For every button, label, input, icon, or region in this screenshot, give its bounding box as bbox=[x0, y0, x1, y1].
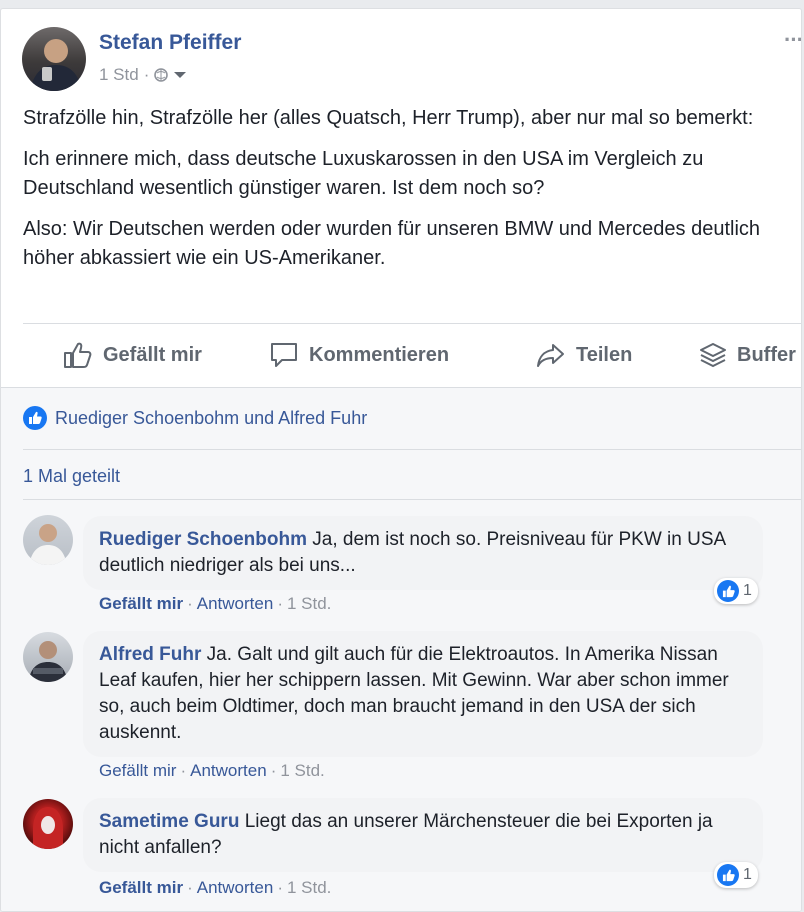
comment-bubble: Ruediger Schoenbohm Ja, dem ist noch so.… bbox=[83, 516, 763, 590]
share-label: Teilen bbox=[576, 343, 633, 366]
comment-time[interactable]: 1 Std. bbox=[280, 761, 324, 780]
divider bbox=[23, 323, 801, 324]
reactions-names[interactable]: Ruediger Schoenbohm und Alfred Fuhr bbox=[55, 408, 367, 429]
comment-like-link[interactable]: Gefällt mir bbox=[99, 594, 183, 613]
comment-button[interactable]: Kommentieren bbox=[269, 341, 449, 369]
post-card: Stefan Pfeiffer 1 Std · ··· Strafzölle h… bbox=[0, 8, 802, 912]
share-icon bbox=[537, 344, 564, 367]
author-avatar[interactable] bbox=[22, 27, 86, 91]
like-reaction-icon bbox=[23, 406, 47, 430]
comment-author[interactable]: Ruediger Schoenbohm bbox=[99, 529, 307, 550]
comment-reply-link[interactable]: Antworten bbox=[197, 594, 274, 613]
comment-actions: Gefällt mir · Antworten · 1 Std. bbox=[99, 878, 332, 897]
comment-author[interactable]: Sametime Guru bbox=[99, 811, 239, 832]
more-options-icon[interactable]: ··· bbox=[784, 27, 801, 53]
person-silhouette-icon bbox=[29, 524, 67, 565]
time-separator: · bbox=[143, 65, 150, 84]
comment-time[interactable]: 1 Std. bbox=[287, 594, 331, 613]
comment-reaction-badge[interactable]: 1 bbox=[714, 578, 758, 604]
like-reaction-icon bbox=[717, 580, 739, 602]
post-time[interactable]: 1 Std bbox=[99, 65, 139, 85]
post-meta: 1 Std · bbox=[99, 65, 187, 85]
comment-reaction-badge[interactable]: 1 bbox=[714, 862, 758, 888]
person-silhouette-icon bbox=[30, 39, 82, 91]
comment-bubble: Sametime Guru Liegt das an unserer Märch… bbox=[83, 798, 763, 872]
buffer-label: Buffer bbox=[737, 343, 796, 366]
audience-dropdown-icon[interactable] bbox=[174, 71, 187, 79]
author-name[interactable]: Stefan Pfeiffer bbox=[99, 31, 241, 55]
comment-like-link[interactable]: Gefällt mir bbox=[99, 761, 176, 780]
comment-icon bbox=[271, 343, 297, 367]
comment-actions: Gefällt mir · Antworten · 1 Std. bbox=[99, 761, 325, 780]
post-paragraph: Also: Wir Deutschen werden oder wurden f… bbox=[23, 218, 761, 269]
commenter-avatar[interactable] bbox=[23, 799, 73, 849]
commenter-avatar[interactable] bbox=[23, 632, 73, 682]
post-body: Strafzölle hin, Strafzölle her (alles Qu… bbox=[23, 104, 783, 285]
comment-label: Kommentieren bbox=[309, 343, 450, 366]
comment-reply-link[interactable]: Antworten bbox=[190, 761, 267, 780]
post-paragraph: Ich erinnere mich, dass deutsche Luxuska… bbox=[23, 148, 704, 199]
commenter-avatar[interactable] bbox=[23, 515, 73, 565]
divider bbox=[23, 499, 801, 500]
reaction-count: 1 bbox=[743, 866, 752, 883]
globe-icon bbox=[154, 68, 169, 82]
buffer-button[interactable]: Buffer bbox=[699, 341, 796, 369]
reaction-count: 1 bbox=[743, 582, 752, 599]
share-button[interactable]: Teilen bbox=[536, 341, 632, 369]
hooded-figure-icon bbox=[33, 807, 63, 849]
comment-like-link[interactable]: Gefällt mir bbox=[99, 878, 183, 897]
comment-bubble: Alfred Fuhr Ja. Galt und gilt auch für d… bbox=[83, 631, 763, 757]
like-button[interactable]: Gefällt mir bbox=[63, 341, 202, 369]
comment-time[interactable]: 1 Std. bbox=[287, 878, 331, 897]
reactions-summary[interactable]: Ruediger Schoenbohm und Alfred Fuhr bbox=[23, 406, 367, 430]
thumbs-up-icon bbox=[64, 342, 92, 368]
divider bbox=[23, 449, 801, 450]
like-label: Gefällt mir bbox=[103, 343, 202, 366]
comment-reply-link[interactable]: Antworten bbox=[197, 878, 274, 897]
comment-author[interactable]: Alfred Fuhr bbox=[99, 644, 201, 665]
like-reaction-icon bbox=[717, 864, 739, 886]
buffer-stack-icon bbox=[700, 343, 726, 368]
comment-actions: Gefällt mir · Antworten · 1 Std. bbox=[99, 594, 332, 613]
shares-count[interactable]: 1 Mal geteilt bbox=[23, 466, 120, 487]
person-silhouette-icon bbox=[28, 641, 68, 682]
post-paragraph: Strafzölle hin, Strafzölle her (alles Qu… bbox=[23, 107, 754, 129]
